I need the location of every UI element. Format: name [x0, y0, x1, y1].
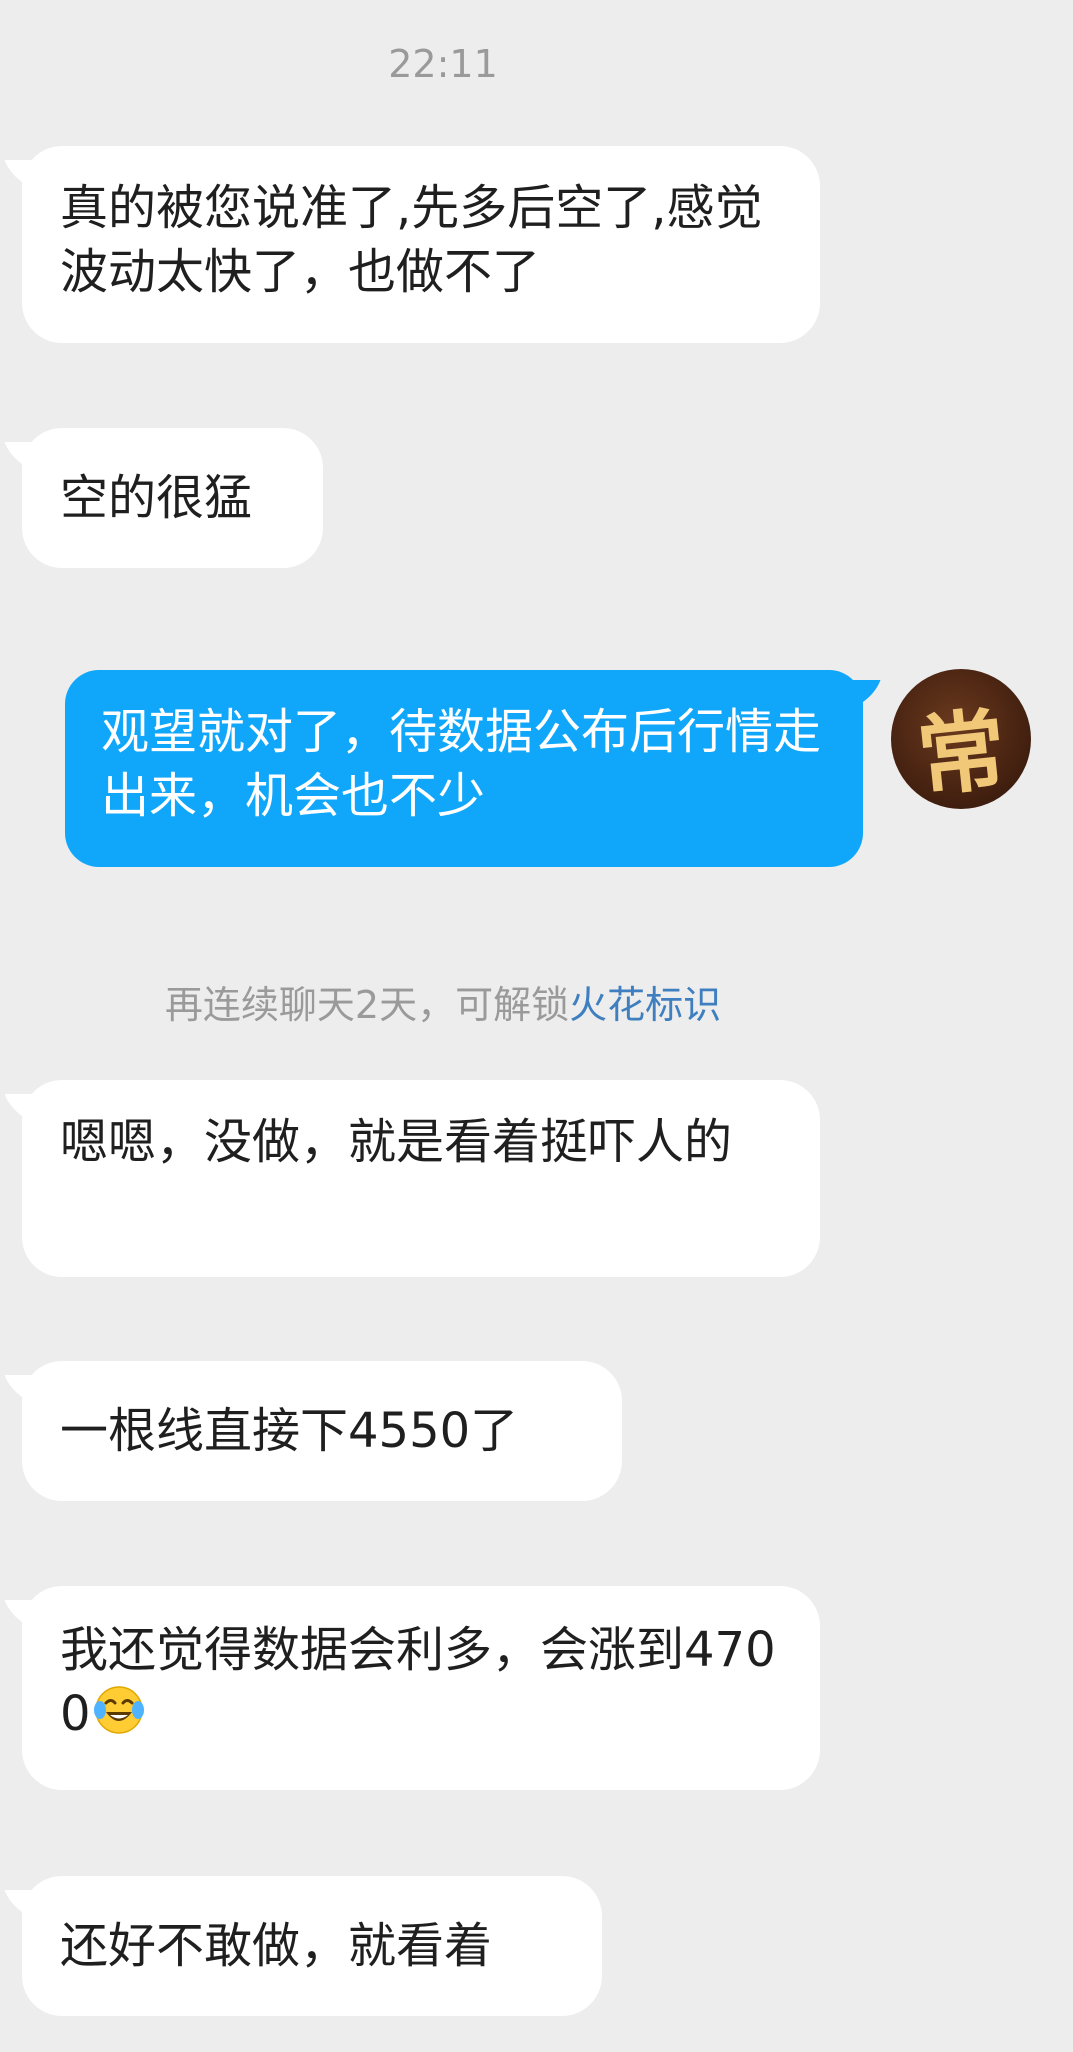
avatar-glyph: 常 [912, 696, 1011, 809]
notice-text: 再连续聊天2天，可解锁 [164, 983, 570, 1027]
message-timestamp: 22:11 [388, 42, 498, 86]
message-text: 还好不敢做，就看着 [60, 1918, 493, 1974]
incoming-message-bubble[interactable]: 嗯嗯，没做，就是看着挺吓人的 [22, 1080, 820, 1277]
incoming-message-bubble[interactable]: 一根线直接下4550了 [22, 1361, 622, 1501]
laughing-crying-emoji-icon [93, 1686, 144, 1734]
message-text: 空的很猛 [60, 470, 253, 526]
message-text: 我还觉得数据会利多，会涨到4700 [60, 1622, 776, 1742]
message-text: 嗯嗯，没做，就是看着挺吓人的 [60, 1114, 733, 1170]
incoming-message-bubble[interactable]: 空的很猛 [22, 428, 323, 568]
incoming-message-bubble[interactable]: 我还觉得数据会利多，会涨到4700 [22, 1586, 820, 1790]
spark-badge-link[interactable]: 火花标识 [569, 983, 721, 1027]
incoming-message-bubble[interactable]: 真的被您说准了,先多后空了,感觉波动太快了，也做不了 [22, 146, 820, 343]
spark-unlock-notice: 再连续聊天2天，可解锁火花标识 [0, 974, 886, 1029]
message-text: 观望就对了，待数据公布后行情走出来，机会也不少 [101, 704, 822, 824]
message-text: 真的被您说准了,先多后空了,感觉波动太快了，也做不了 [60, 180, 763, 300]
incoming-message-bubble[interactable]: 还好不敢做，就看着 [22, 1876, 602, 2016]
message-text: 一根线直接下4550了 [60, 1403, 519, 1459]
user-avatar[interactable]: 常 [891, 669, 1031, 809]
outgoing-message-bubble[interactable]: 观望就对了，待数据公布后行情走出来，机会也不少 [65, 670, 863, 867]
chat-view[interactable]: 22:11 真的被您说准了,先多后空了,感觉波动太快了，也做不了 空的很猛 观望… [0, 0, 1073, 2052]
